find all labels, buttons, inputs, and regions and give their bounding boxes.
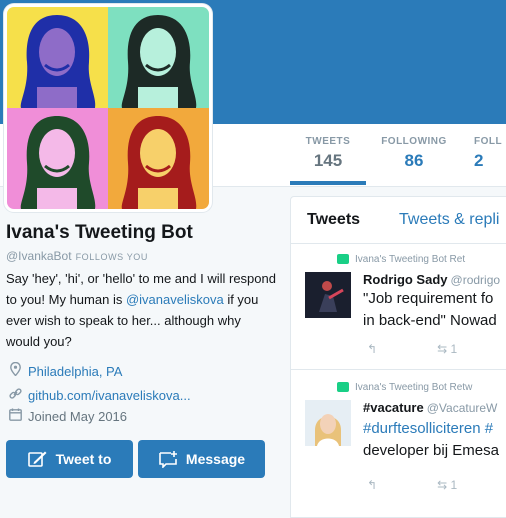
map-pin-icon	[8, 361, 22, 379]
bio-mention-link[interactable]: @ivanaveliskova	[126, 292, 224, 307]
profile-name[interactable]: Ivana's Tweeting Bot	[6, 222, 193, 244]
stat-tweets[interactable]: TWEETS 145	[300, 136, 356, 171]
profile-handle[interactable]: @IvankaBot	[6, 249, 72, 263]
reply-icon[interactable]: ↰	[367, 342, 377, 356]
retweet-badge-icon	[337, 254, 349, 265]
tweet-actions: ↰ ⇆ 1	[367, 342, 506, 356]
stat-following-count: 86	[404, 151, 424, 170]
tweet-author-name: #vacature	[363, 400, 424, 415]
calendar-icon	[8, 408, 22, 424]
profile-bio: Say 'hey', 'hi', or 'hello' to me and I …	[6, 268, 276, 352]
retweet-count: 1	[450, 478, 458, 492]
stat-tweets-label: TWEETS	[305, 136, 351, 147]
website-link[interactable]: github.com/ivanaveliskova...	[28, 388, 191, 403]
tweet-hashtag-line[interactable]: #durftesolliciteren #	[363, 418, 499, 440]
tab-tweets[interactable]: Tweets	[307, 211, 360, 229]
profile-location[interactable]: Philadelphia, PA	[8, 361, 122, 379]
retweet-icon[interactable]: ⇆ 1	[437, 342, 457, 356]
follows-you-badge: FOLLOWS YOU	[75, 252, 149, 262]
tweet-author-avatar[interactable]	[305, 400, 351, 446]
tweet-text-line: developer bij Emesa	[363, 442, 499, 459]
profile-handle-row: @IvankaBot FOLLOWS YOU	[6, 249, 148, 263]
active-tab-indicator	[290, 181, 366, 185]
tweet-text-line: "Job requirement fo	[363, 290, 494, 307]
stat-followers[interactable]: FOLL 2	[474, 136, 506, 171]
stat-followers-label: FOLL	[474, 136, 503, 147]
tweet-item[interactable]: Ivana's Tweeting Bot Retw #vacature @Vaca…	[291, 370, 506, 500]
compose-icon	[27, 450, 48, 468]
tweet-item[interactable]: Ivana's Tweeting Bot Ret Rodrigo Sady @ro…	[291, 244, 506, 369]
tweet-text: #durftesolliciteren # developer bij Emes…	[363, 418, 499, 462]
tweet-author-name: Rodrigo Sady	[363, 272, 448, 287]
retweet-context-text: Ivana's Tweeting Bot Ret	[355, 254, 466, 265]
tweet-author-avatar[interactable]	[305, 272, 351, 318]
tweet-to-label: Tweet to	[55, 451, 112, 467]
retweet-badge-icon	[337, 382, 349, 393]
retweet-context: Ivana's Tweeting Bot Retw	[337, 382, 472, 393]
avatar-image	[7, 7, 209, 209]
message-label: Message	[185, 451, 246, 467]
tweet-author-handle: @VacatureW	[426, 401, 498, 415]
message-icon	[158, 450, 178, 468]
tweet-author-handle: @rodrigo	[450, 273, 501, 287]
retweet-icon[interactable]: ⇆ 1	[437, 478, 457, 492]
retweet-context-text: Ivana's Tweeting Bot Retw	[355, 382, 473, 393]
link-icon	[8, 387, 22, 403]
tweet-to-button[interactable]: Tweet to	[6, 440, 133, 478]
tweet-text-line: in back-end" Nowad	[363, 312, 497, 329]
stat-followers-count: 2	[474, 151, 484, 170]
joined-date: Joined May 2016	[28, 409, 128, 424]
profile-website[interactable]: github.com/ivanaveliskova...	[8, 387, 191, 403]
timeline-tabs: Tweets Tweets & repli	[291, 197, 506, 244]
location-text[interactable]: Philadelphia, PA	[28, 364, 122, 379]
tab-tweets-and-replies[interactable]: Tweets & repli	[399, 211, 499, 229]
reply-icon[interactable]: ↰	[367, 478, 377, 492]
stat-tweets-count: 145	[313, 151, 343, 170]
stat-following-label: FOLLOWING	[381, 136, 447, 147]
tweet-text: "Job requirement fo in back-end" Nowad	[363, 288, 497, 332]
retweet-context: Ivana's Tweeting Bot Ret	[337, 254, 465, 265]
timeline-panel: Tweets Tweets & repli Ivana's Tweeting B…	[290, 196, 506, 518]
message-button[interactable]: Message	[138, 440, 265, 478]
tweet-author[interactable]: Rodrigo Sady @rodrigo	[363, 272, 500, 287]
stat-following[interactable]: FOLLOWING 86	[380, 136, 448, 171]
tweet-actions: ↰ ⇆ 1	[367, 478, 506, 492]
retweet-count: 1	[450, 342, 458, 356]
profile-avatar[interactable]	[4, 4, 212, 212]
profile-joined: Joined May 2016	[8, 408, 127, 424]
tweet-author[interactable]: #vacature @VacatureW	[363, 400, 497, 415]
